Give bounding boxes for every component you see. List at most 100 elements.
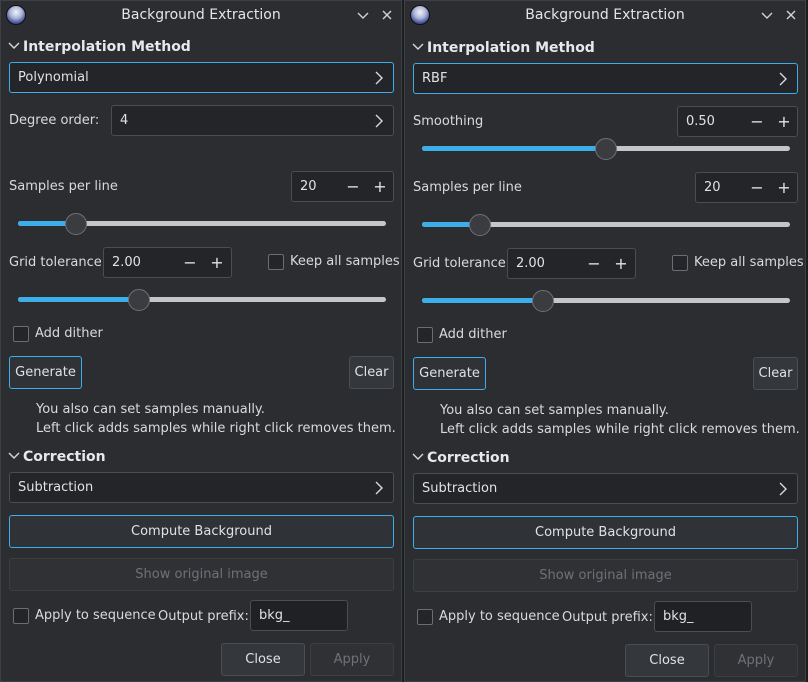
slider-fill xyxy=(422,146,606,151)
manual-samples-info: You also can set samples manually. Left … xyxy=(36,400,396,438)
increment-button[interactable]: + xyxy=(612,255,630,273)
generate-button[interactable]: Generate xyxy=(413,357,486,390)
grid-tolerance-spinbox[interactable]: 2.00 − + xyxy=(103,247,232,278)
output-prefix-input[interactable]: bkg_ xyxy=(250,600,348,631)
add-dither-label: Add dither xyxy=(439,327,507,342)
interpolation-section-header[interactable]: Interpolation Method xyxy=(7,37,191,57)
decrement-button[interactable]: − xyxy=(748,113,766,131)
close-icon xyxy=(382,10,392,20)
show-original-image-button[interactable]: Show original image xyxy=(413,559,798,592)
slider-handle[interactable] xyxy=(595,138,617,160)
clear-button[interactable]: Clear xyxy=(349,356,394,389)
smoothing-slider[interactable] xyxy=(422,138,790,160)
degree-order-combo[interactable]: 4 xyxy=(111,105,394,136)
increment-button[interactable]: + xyxy=(775,179,793,197)
samples-per-line-value: 20 xyxy=(300,179,317,194)
dialog-rbf: Background Extraction Interpolation Meth… xyxy=(404,0,806,682)
info-line-2: Left click adds samples while right clic… xyxy=(36,421,396,436)
smoothing-spinbox[interactable]: 0.50 − + xyxy=(677,106,798,137)
minimize-button[interactable] xyxy=(353,5,373,25)
samples-per-line-slider[interactable] xyxy=(18,213,386,235)
samples-per-line-label: Samples per line xyxy=(9,179,118,194)
chevron-down-icon xyxy=(412,453,424,460)
grid-tolerance-spinbox[interactable]: 2.00 − + xyxy=(507,248,636,279)
decrement-button[interactable]: − xyxy=(181,254,199,272)
info-line-2: Left click adds samples while right clic… xyxy=(440,422,800,437)
close-icon xyxy=(786,10,796,20)
checkbox-box[interactable] xyxy=(13,326,29,342)
manual-samples-info: You also can set samples manually. Left … xyxy=(440,401,800,439)
samples-per-line-spinbox[interactable]: 20 − + xyxy=(695,172,798,203)
slider-fill xyxy=(18,297,140,302)
add-dither-checkbox[interactable]: Add dither xyxy=(417,327,527,345)
correction-heading: Correction xyxy=(23,449,106,465)
increment-button[interactable]: + xyxy=(775,113,793,131)
output-prefix-input[interactable]: bkg_ xyxy=(654,601,752,632)
close-button[interactable]: Close xyxy=(221,643,305,676)
interpolation-section-header[interactable]: Interpolation Method xyxy=(411,38,595,58)
correction-value: Subtraction xyxy=(422,481,498,496)
smoothing-label: Smoothing xyxy=(413,114,484,129)
samples-per-line-slider[interactable] xyxy=(422,214,790,236)
dialog-polynomial: Background Extraction Interpolation Meth… xyxy=(0,0,402,682)
slider-handle[interactable] xyxy=(532,290,555,312)
apply-to-sequence-checkbox[interactable]: Apply to sequence xyxy=(417,609,562,627)
clear-button[interactable]: Clear xyxy=(753,357,798,390)
smoothing-value: 0.50 xyxy=(686,114,715,129)
apply-to-sequence-label: Apply to sequence xyxy=(439,609,560,624)
chevron-right-icon xyxy=(375,114,383,128)
decrement-button[interactable]: − xyxy=(344,178,362,196)
interpolation-method-combo[interactable]: Polynomial xyxy=(9,62,394,93)
checkbox-box[interactable] xyxy=(13,608,29,624)
info-line-1: You also can set samples manually. xyxy=(440,403,669,418)
slider-handle[interactable] xyxy=(128,289,151,311)
correction-section-header[interactable]: Correction xyxy=(411,448,510,468)
interpolation-method-value: RBF xyxy=(422,71,448,86)
samples-per-line-value: 20 xyxy=(704,180,721,195)
interpolation-method-value: Polynomial xyxy=(18,70,89,85)
correction-combo[interactable]: Subtraction xyxy=(9,472,394,503)
title-bar[interactable]: Background Extraction xyxy=(1,1,401,31)
window-title: Background Extraction xyxy=(525,7,685,23)
apply-button[interactable]: Apply xyxy=(310,643,394,676)
close-window-button[interactable] xyxy=(377,5,397,25)
slider-handle[interactable] xyxy=(469,214,492,236)
grid-tolerance-slider[interactable] xyxy=(18,289,386,311)
slider-handle[interactable] xyxy=(65,213,88,235)
chevron-right-icon xyxy=(779,482,787,496)
keep-all-samples-label: Keep all samples xyxy=(290,254,400,269)
interpolation-method-combo[interactable]: RBF xyxy=(413,63,798,94)
correction-combo[interactable]: Subtraction xyxy=(413,473,798,504)
apply-button[interactable]: Apply xyxy=(714,644,798,677)
show-original-image-button[interactable]: Show original image xyxy=(9,558,394,591)
correction-heading: Correction xyxy=(427,450,510,466)
output-prefix-label: Output prefix: xyxy=(158,609,249,624)
slider-fill xyxy=(422,298,544,303)
checkbox-box[interactable] xyxy=(417,327,433,343)
increment-button[interactable]: + xyxy=(371,178,389,196)
correction-section-header[interactable]: Correction xyxy=(7,447,106,467)
add-dither-checkbox[interactable]: Add dither xyxy=(13,326,123,344)
checkbox-box[interactable] xyxy=(672,255,688,271)
keep-all-samples-checkbox[interactable]: Keep all samples xyxy=(268,254,400,272)
decrement-button[interactable]: − xyxy=(748,179,766,197)
grid-tolerance-slider[interactable] xyxy=(422,290,790,312)
checkbox-box[interactable] xyxy=(417,609,433,625)
compute-background-button[interactable]: Compute Background xyxy=(9,515,394,548)
degree-order-value: 4 xyxy=(120,113,129,128)
minimize-button[interactable] xyxy=(757,5,777,25)
interpolation-heading: Interpolation Method xyxy=(427,40,595,56)
compute-background-button[interactable]: Compute Background xyxy=(413,516,798,549)
apply-to-sequence-checkbox[interactable]: Apply to sequence xyxy=(13,608,158,626)
decrement-button[interactable]: − xyxy=(585,255,603,273)
grid-tolerance-label: Grid tolerance xyxy=(413,256,506,271)
chevron-down-icon xyxy=(761,12,773,19)
samples-per-line-spinbox[interactable]: 20 − + xyxy=(291,171,394,202)
keep-all-samples-checkbox[interactable]: Keep all samples xyxy=(672,255,804,273)
increment-button[interactable]: + xyxy=(208,254,226,272)
checkbox-box[interactable] xyxy=(268,254,284,270)
close-window-button[interactable] xyxy=(781,5,801,25)
generate-button[interactable]: Generate xyxy=(9,356,82,389)
close-button[interactable]: Close xyxy=(625,644,709,677)
title-bar[interactable]: Background Extraction xyxy=(405,1,805,31)
